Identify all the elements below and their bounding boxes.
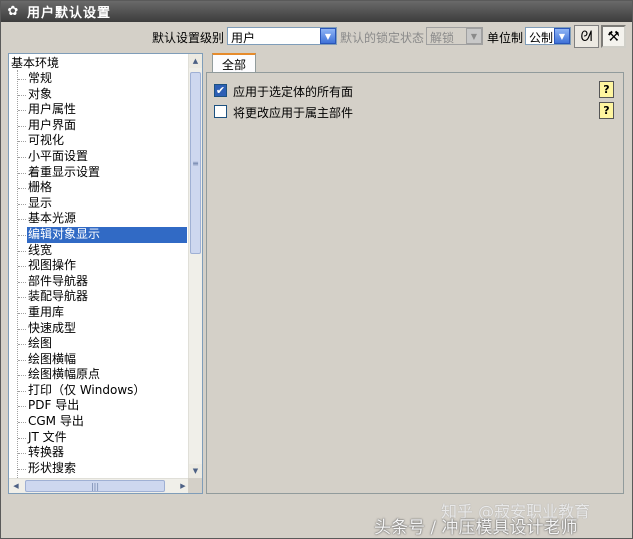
chevron-down-icon: ▼: [466, 28, 482, 44]
category-tree[interactable]: 基本环境 常规 对象 用户属性 用户界面 可视化 小平面设置 着重显示设置 栅格 显示 基本光源编…: [8, 53, 203, 494]
tree-item-label: 绘图横幅原点: [28, 367, 101, 382]
option-apply-to-owning-part[interactable]: 将更改应用于属主部件 ?: [214, 102, 614, 120]
lock-status-label: 默认的锁定状态: [340, 31, 425, 45]
vertical-scroll-thumb[interactable]: ≡: [190, 72, 201, 254]
chevron-down-icon[interactable]: ▼: [320, 28, 336, 44]
tree-item[interactable]: 重用库: [9, 305, 189, 321]
tree-item-label: 转换器: [28, 445, 65, 460]
unit-system-label: 单位制: [487, 31, 524, 45]
tree-item[interactable]: 栅格: [9, 180, 189, 196]
tree-item-label: 打印（仅 Windows）: [28, 382, 146, 397]
user-defaults-dialog: ✿ 用户默认设置 默认设置级别 用户 ▼ 默认的锁定状态 解锁 ▼ 单位制 公制…: [0, 0, 633, 539]
tree-item[interactable]: 用户属性: [9, 102, 189, 118]
scroll-up-arrow-icon[interactable]: ▲: [189, 54, 202, 68]
tree-item[interactable]: 打印（仅 Windows）: [9, 383, 189, 399]
scroll-corner: [188, 478, 202, 493]
horizontal-scrollbar[interactable]: ◀ ||| ▶: [9, 478, 190, 493]
tree-item-label: 常规: [28, 71, 53, 85]
tree-item[interactable]: 绘图: [9, 336, 189, 352]
tree-item[interactable]: 形状搜索: [9, 461, 189, 477]
tree-item-label: JT 文件: [28, 429, 67, 444]
tree-item-label: 重用库: [28, 304, 65, 319]
vertical-scrollbar[interactable]: ▲ ≡ ▼: [188, 54, 202, 478]
title-bar[interactable]: ✿ 用户默认设置: [1, 1, 632, 22]
lock-status-value: 解锁: [430, 31, 455, 45]
tree-item-label: 线宽: [28, 242, 53, 257]
tree-item-list: 常规 对象 用户属性 用户界面 可视化 小平面设置 着重显示设置 栅格 显示 基本光源 编辑对象显示…: [9, 71, 189, 476]
tree-item[interactable]: 部件导航器: [9, 274, 189, 290]
tree-item[interactable]: JT 文件: [9, 430, 189, 446]
tab-panel-all: ✔ 应用于选定体的所有面 ? 将更改应用于属主部件 ?: [206, 72, 624, 494]
option-apply-to-all-faces[interactable]: ✔ 应用于选定体的所有面 ?: [214, 81, 614, 99]
tree-item-label: 部件导航器: [28, 273, 89, 288]
tree-item-label: 快速成型: [28, 320, 77, 335]
tree-item[interactable]: CGM 导出: [9, 414, 189, 430]
tree-item-label: 编辑对象显示: [27, 226, 187, 243]
tree-item[interactable]: 可视化: [9, 133, 189, 149]
tree-item[interactable]: 编辑对象显示: [9, 226, 189, 243]
tree-item-label: 绘图: [28, 336, 53, 351]
apply-to-owning-part-checkbox[interactable]: [214, 105, 227, 118]
tree-item[interactable]: 快速成型: [9, 321, 189, 337]
tree-item[interactable]: 线宽: [9, 243, 189, 259]
tree-item[interactable]: 小平面设置: [9, 149, 189, 165]
tree-item[interactable]: 转换器: [9, 445, 189, 461]
help-icon[interactable]: ?: [599, 102, 614, 119]
chevron-down-icon[interactable]: ▼: [554, 28, 570, 44]
horizontal-scroll-thumb[interactable]: |||: [25, 480, 165, 492]
tree-item[interactable]: 着重显示设置: [9, 165, 189, 181]
tree-item-label: 小平面设置: [28, 148, 89, 163]
gear-icon[interactable]: ✿: [5, 4, 21, 20]
tree-item[interactable]: 视图操作: [9, 258, 189, 274]
binoculars-icon: ᘛ: [580, 28, 593, 45]
tree-item[interactable]: 绘图横幅: [9, 352, 189, 368]
tree-item[interactable]: 用户界面: [9, 118, 189, 134]
apply-to-owning-part-label: 将更改应用于属主部件: [233, 106, 354, 120]
tree-item-label: 绘图横幅: [28, 351, 77, 366]
lock-status-dropdown: 解锁 ▼: [426, 27, 483, 45]
find-default-button[interactable]: ᘛ: [574, 25, 599, 48]
settings-level-label: 默认设置级别: [152, 31, 225, 45]
tree-item-label: 用户属性: [28, 102, 77, 117]
tree-item-label: 视图操作: [28, 258, 77, 273]
settings-toolbar: 默认设置级别 用户 ▼ 默认的锁定状态 解锁 ▼ 单位制 公制 ▼ ᘛ ⚒: [1, 25, 632, 49]
window-title: 用户默认设置: [27, 6, 112, 21]
scroll-down-arrow-icon[interactable]: ▼: [189, 464, 202, 478]
wrench-icon: ⚒: [607, 28, 620, 45]
tree-item-label: 装配导航器: [28, 289, 89, 304]
unit-system-dropdown[interactable]: 公制 ▼: [525, 27, 571, 45]
tree-item[interactable]: 基本光源: [9, 211, 189, 227]
help-icon[interactable]: ?: [599, 81, 614, 98]
settings-level-dropdown[interactable]: 用户 ▼: [227, 27, 337, 45]
tree-item-label: 对象: [28, 86, 53, 101]
tree-item[interactable]: 对象: [9, 87, 189, 103]
tree-item-label: 着重显示设置: [28, 164, 101, 179]
checkmark-icon: ✔: [215, 84, 226, 97]
tree-root-basic-environment[interactable]: 基本环境: [11, 55, 59, 71]
tree-item[interactable]: 装配导航器: [9, 289, 189, 305]
tree-item-label: 可视化: [28, 133, 65, 148]
tree-item[interactable]: 绘图横幅原点: [9, 367, 189, 383]
apply-to-all-faces-checkbox[interactable]: ✔: [214, 84, 227, 97]
apply-to-all-faces-label: 应用于选定体的所有面: [233, 85, 354, 99]
tree-item[interactable]: 显示: [9, 196, 189, 212]
tree-item[interactable]: 常规: [9, 71, 189, 87]
tree-item-label: 基本光源: [28, 211, 77, 226]
tree-item-label: PDF 导出: [28, 398, 80, 413]
unit-system-value: 公制: [529, 31, 554, 45]
tab-all[interactable]: 全部: [212, 53, 256, 73]
watermark-toutiao: 头条号 / 冲压模具设计老师: [374, 518, 578, 538]
manage-defaults-button[interactable]: ⚒: [601, 25, 626, 48]
tab-all-label: 全部: [221, 57, 246, 72]
tree-item-label: 栅格: [28, 180, 53, 195]
tree-item-label: 用户界面: [28, 117, 77, 132]
scroll-left-arrow-icon[interactable]: ◀: [9, 479, 23, 493]
tree-item-label: 形状搜索: [28, 460, 77, 475]
tree-item-label: CGM 导出: [28, 414, 84, 429]
tree-item[interactable]: PDF 导出: [9, 398, 189, 414]
settings-level-value: 用户: [231, 31, 256, 45]
tree-item-label: 显示: [28, 195, 53, 210]
